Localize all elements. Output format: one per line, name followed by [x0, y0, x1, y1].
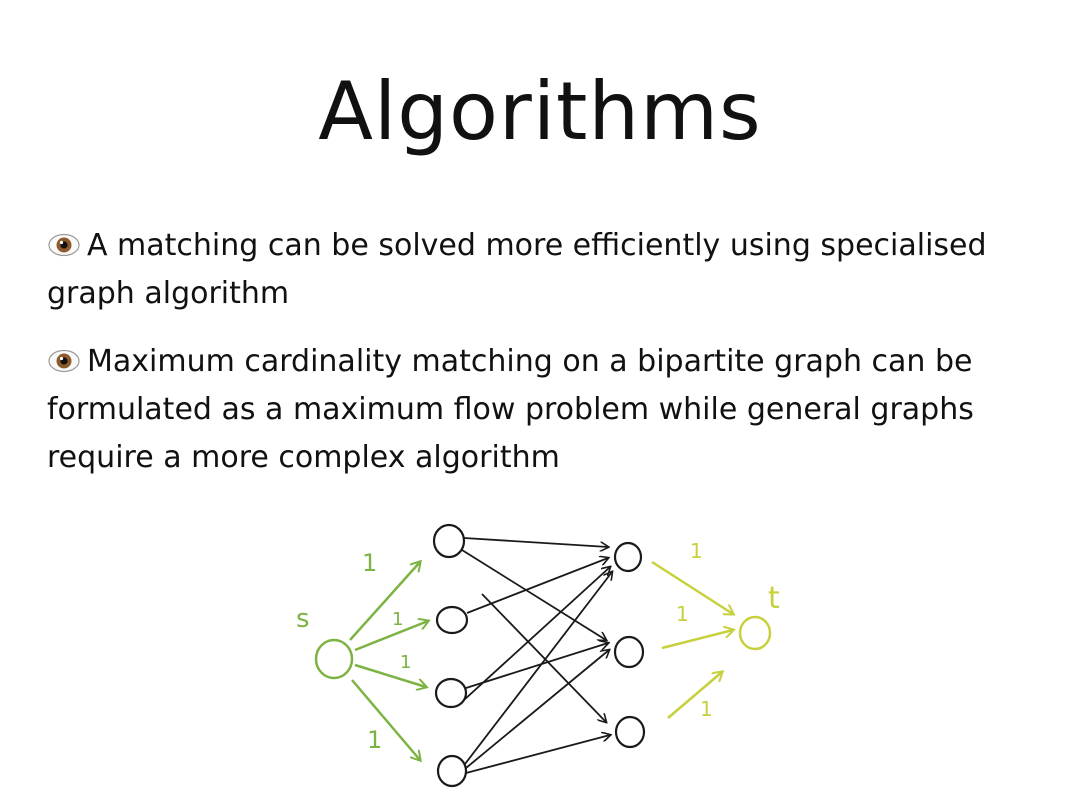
source-edge-3 — [354, 663, 426, 687]
left-node-1 — [432, 523, 466, 559]
eye-icon — [48, 349, 80, 373]
source-edge-4 — [351, 679, 420, 760]
sink-edges — [651, 560, 733, 719]
bullet-list: A matching can be solved more efficientl… — [47, 222, 1037, 502]
left-node-2 — [435, 605, 469, 635]
left-nodes — [432, 523, 469, 788]
right-node-1 — [613, 541, 643, 573]
left-node-4 — [436, 754, 468, 788]
source-label: s — [296, 604, 310, 634]
source-node — [314, 638, 354, 680]
bullet-item-1: A matching can be solved more efficientl… — [47, 222, 1037, 318]
bullet-text-1: A matching can be solved more efficientl… — [47, 228, 987, 311]
middle-edge-7 — [464, 572, 612, 765]
sink-edge-1 — [651, 560, 733, 614]
source-edge-label-1: 1 — [362, 549, 377, 577]
source-edge-label-3: 1 — [400, 652, 411, 673]
middle-edge-1 — [463, 537, 608, 547]
sink-edge-label-3: 1 — [700, 697, 713, 721]
middle-edge-8 — [465, 650, 609, 769]
right-node-2 — [613, 635, 645, 669]
right-node-3 — [614, 715, 646, 749]
sink-edge-2 — [661, 630, 733, 650]
middle-edge-9 — [465, 735, 610, 774]
eye-icon — [48, 233, 80, 257]
bullet-text-2: Maximum cardinality matching on a bipart… — [47, 344, 974, 475]
middle-edges — [461, 537, 612, 774]
sink-label: t — [768, 581, 780, 616]
bullet-item-2: Maximum cardinality matching on a bipart… — [47, 338, 1037, 482]
slide-title: Algorithms — [318, 65, 762, 158]
middle-edge-6 — [463, 567, 610, 701]
sink-edge-label-2: 1 — [676, 602, 689, 626]
sink-edge-3 — [667, 672, 722, 719]
flow-network-diagram: s 1 1 1 1 1 1 1 t — [270, 510, 810, 800]
sink-edge-label-1: 1 — [690, 539, 703, 563]
right-nodes — [613, 541, 646, 749]
source-edge-label-4: 1 — [367, 726, 382, 754]
sink-node — [738, 615, 772, 651]
source-edges — [349, 562, 428, 760]
left-node-3 — [434, 677, 468, 709]
source-edge-label-2: 1 — [392, 609, 403, 630]
